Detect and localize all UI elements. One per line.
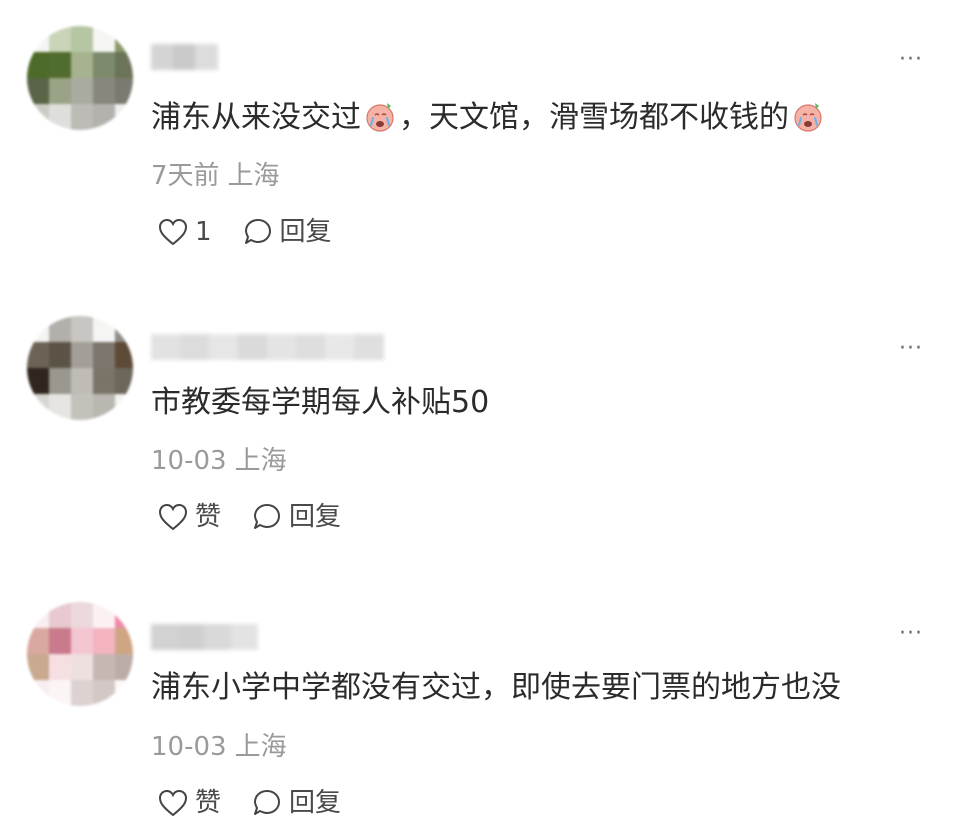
- avatar-mosaic-cell: [115, 654, 133, 681]
- avatar-mosaic-cell: [27, 628, 50, 655]
- avatar-mosaic-cell: [49, 654, 72, 681]
- reply-label: 回复: [289, 788, 342, 818]
- like-label: 赞: [195, 788, 222, 818]
- username-mosaic-cell: [204, 624, 232, 650]
- avatar-mosaic-cell: [71, 654, 94, 681]
- reply-button[interactable]: 回复: [251, 786, 341, 820]
- avatar-mosaic-cell: [93, 654, 116, 681]
- avatar-mosaic-cell: [93, 602, 116, 629]
- comment-text: 浦东小学中学都没有交过，即使去要门票的地方也没: [151, 670, 841, 705]
- avatar-mosaic-cell: [93, 680, 116, 706]
- avatar-mosaic-cell: [27, 602, 50, 629]
- ip-location: 上海: [234, 732, 287, 762]
- username-mosaic-cell: [177, 624, 205, 650]
- comment-meta: 10-03 上海: [151, 731, 287, 763]
- avatar-mosaic-cell: [115, 628, 133, 655]
- avatar-mosaic-cell: [115, 680, 133, 706]
- avatar-mosaic-cell: [49, 628, 72, 655]
- avatar-mosaic-cell: [49, 602, 72, 629]
- username-mosaic-cell: [230, 624, 258, 650]
- avatar-mosaic-cell: [93, 628, 116, 655]
- avatar-mosaic-cell: [49, 680, 72, 706]
- avatar[interactable]: [27, 602, 133, 706]
- chat-bubble-icon: [254, 790, 281, 815]
- like-button[interactable]: 赞: [157, 786, 221, 820]
- avatar-mosaic-cell: [71, 680, 94, 706]
- avatar-mosaic-cell: [27, 654, 50, 681]
- timestamp: 10-03: [151, 732, 227, 762]
- more-options-icon[interactable]: ···: [894, 623, 928, 645]
- avatar-mosaic-cell: [71, 602, 94, 629]
- heart-icon: [158, 789, 188, 817]
- comment-actions: 赞 回复: [157, 786, 341, 820]
- username-mosaic-cell: [151, 624, 179, 650]
- avatar-mosaic-cell: [71, 628, 94, 655]
- avatar-mosaic-cell: [27, 680, 50, 706]
- comment-item: ··· 浦东小学中学都没有交过，即使去要门票的地方也没 10-03 上海 赞 回复: [0, 0, 961, 832]
- avatar-mosaic-cell: [115, 602, 133, 629]
- username-blurred[interactable]: [151, 624, 258, 650]
